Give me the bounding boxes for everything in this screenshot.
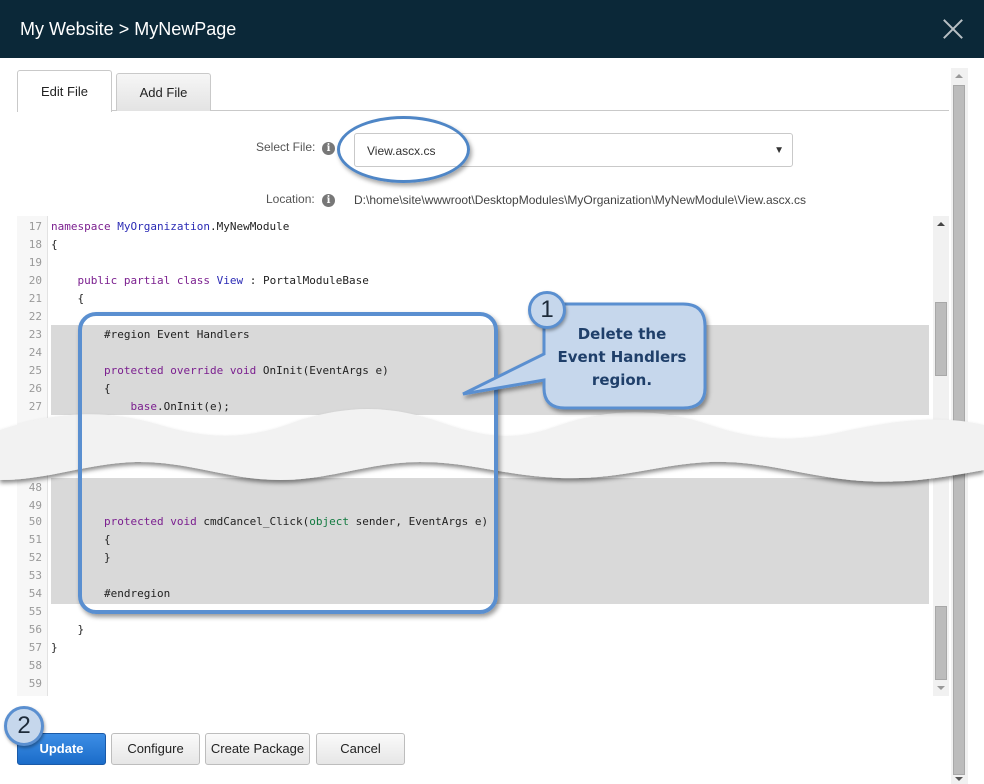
location-path: D:\home\site\wwwroot\DesktopModules\MyOr…: [354, 193, 806, 207]
code-line: 57}: [28, 641, 58, 654]
editor-scroll-thumb[interactable]: [935, 606, 947, 680]
tab-add-file[interactable]: Add File: [116, 73, 211, 111]
editor-scroll-thumb[interactable]: [935, 302, 947, 376]
code-line: 58: [28, 659, 42, 672]
scroll-down-icon[interactable]: [955, 777, 963, 781]
callout-line: Delete the: [577, 325, 667, 343]
select-file-label: Select File:: [256, 140, 316, 154]
callout-line: Event Handlers: [557, 348, 687, 366]
select-file-highlight-ring: [337, 116, 470, 183]
code-line: 56 }: [28, 623, 85, 636]
callout-text: Delete the Event Handlers region.: [548, 323, 696, 392]
configure-button[interactable]: Configure: [111, 733, 200, 765]
info-icon[interactable]: i: [322, 142, 335, 155]
code-line: 18{: [28, 238, 58, 251]
code-line: 19: [28, 256, 42, 269]
code-line: 20 public partial class View : PortalMod…: [28, 274, 369, 287]
scroll-up-icon[interactable]: [955, 74, 963, 78]
breadcrumb-title: My Website > MyNewPage: [20, 19, 237, 39]
dialog-header: My Website > MyNewPage: [0, 0, 984, 58]
create-package-button[interactable]: Create Package: [205, 733, 310, 765]
tab-edit-file[interactable]: Edit File: [17, 70, 112, 112]
close-icon[interactable]: [942, 18, 964, 40]
code-line: 17 namespace MyOrganization.MyNewModule: [28, 220, 290, 233]
location-label: Location:: [266, 192, 315, 206]
chevron-down-icon: ▼: [774, 145, 784, 156]
scroll-up-icon[interactable]: [937, 222, 945, 226]
callout-line: region.: [591, 371, 653, 389]
code-line: 59: [28, 677, 42, 690]
cancel-button[interactable]: Cancel: [316, 733, 405, 765]
event-handlers-region-highlight: [78, 312, 498, 614]
step-2-badge: 2: [4, 706, 44, 746]
scroll-down-icon[interactable]: [937, 686, 945, 690]
info-icon[interactable]: i: [322, 194, 335, 207]
